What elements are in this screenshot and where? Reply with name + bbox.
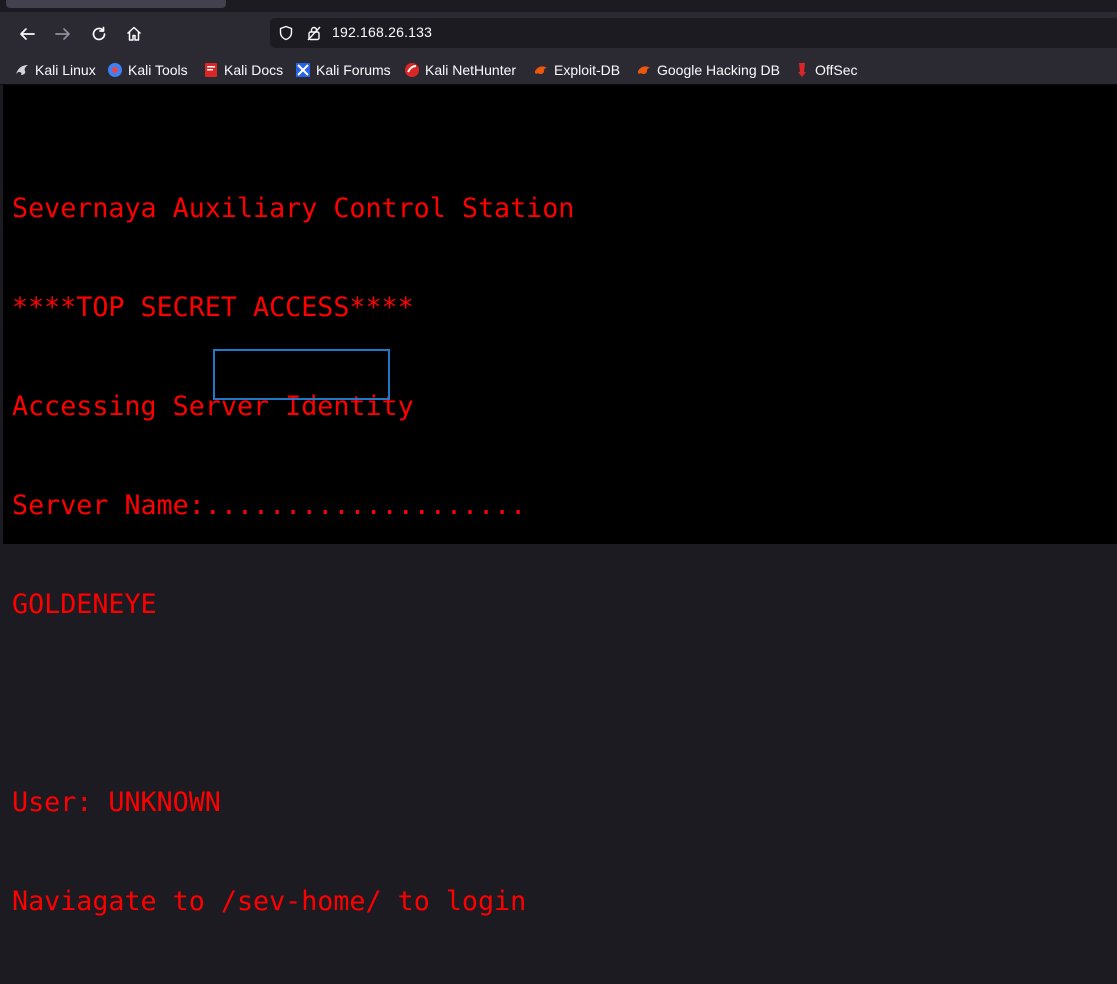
lock-icon[interactable] xyxy=(306,25,322,41)
server-name-label: Server Name:.................... xyxy=(12,490,527,521)
instruction-prefix: Naviagate to xyxy=(12,886,221,917)
offsec-icon xyxy=(794,62,810,78)
bookmark-label: Kali Docs xyxy=(224,62,284,78)
bookmark-exploit-db[interactable]: Exploit-DB xyxy=(533,60,620,80)
kali-dragon-icon xyxy=(14,62,30,78)
forward-button[interactable] xyxy=(51,22,75,46)
tab-strip xyxy=(0,0,1117,12)
shield-icon[interactable] xyxy=(278,25,294,41)
back-button[interactable] xyxy=(15,22,39,46)
page-content: Severnaya Auxiliary Control Station ****… xyxy=(3,85,1117,917)
active-tab[interactable] xyxy=(6,0,226,8)
navigation-toolbar: 192.168.26.133 xyxy=(0,12,1117,56)
url-text[interactable]: 192.168.26.133 xyxy=(332,24,432,40)
station-title: Severnaya Auxiliary Control Station xyxy=(12,193,575,224)
terminal-text: Severnaya Auxiliary Control Station ****… xyxy=(12,126,574,984)
ghdb-icon xyxy=(636,62,652,78)
bookmark-kali-docs[interactable]: Kali Docs xyxy=(203,60,283,80)
bookmark-label: OffSec xyxy=(815,62,858,78)
bookmark-google-hacking-db[interactable]: Google Hacking DB xyxy=(636,60,780,80)
bookmark-label: Google Hacking DB xyxy=(657,62,780,78)
bookmarks-toolbar: Kali Linux Kali Tools Kali Docs Kali For… xyxy=(0,56,1117,85)
bookmark-kali-nethunter[interactable]: Kali NetHunter xyxy=(404,60,516,80)
exploit-db-icon xyxy=(533,62,549,78)
sev-home-path: /sev-home/ xyxy=(220,886,382,917)
bookmark-kali-tools[interactable]: Kali Tools xyxy=(107,60,188,80)
kali-tools-icon xyxy=(107,62,123,78)
home-icon xyxy=(126,26,142,41)
address-bar[interactable]: 192.168.26.133 xyxy=(270,18,1117,48)
bookmark-kali-forums[interactable]: Kali Forums xyxy=(295,60,391,80)
access-level-line: ****TOP SECRET ACCESS**** xyxy=(12,292,414,323)
kali-docs-icon xyxy=(203,62,219,78)
highlight-box xyxy=(213,349,390,400)
instruction-suffix: to login xyxy=(381,886,527,917)
bookmark-label: Kali Tools xyxy=(128,62,188,78)
arrow-left-icon xyxy=(20,28,35,40)
login-instruction: Naviagate to /sev-home/ to login xyxy=(12,885,574,918)
bookmark-label: Kali Linux xyxy=(35,62,96,78)
bookmark-label: Kali Forums xyxy=(316,62,391,78)
bookmark-label: Exploit-DB xyxy=(554,62,621,78)
server-name-value: GOLDENEYE xyxy=(12,589,157,620)
arrow-right-icon xyxy=(55,28,70,40)
reload-button[interactable] xyxy=(87,22,111,46)
bookmark-kali-linux[interactable]: Kali Linux xyxy=(14,60,96,80)
bookmark-label: Kali NetHunter xyxy=(425,62,517,78)
kali-nethunter-icon xyxy=(404,62,420,78)
reload-icon xyxy=(92,26,106,41)
bookmark-offsec[interactable]: OffSec xyxy=(794,60,858,80)
home-button[interactable] xyxy=(122,22,146,46)
user-line: User: UNKNOWN xyxy=(12,787,221,818)
kali-forums-icon xyxy=(295,62,311,78)
